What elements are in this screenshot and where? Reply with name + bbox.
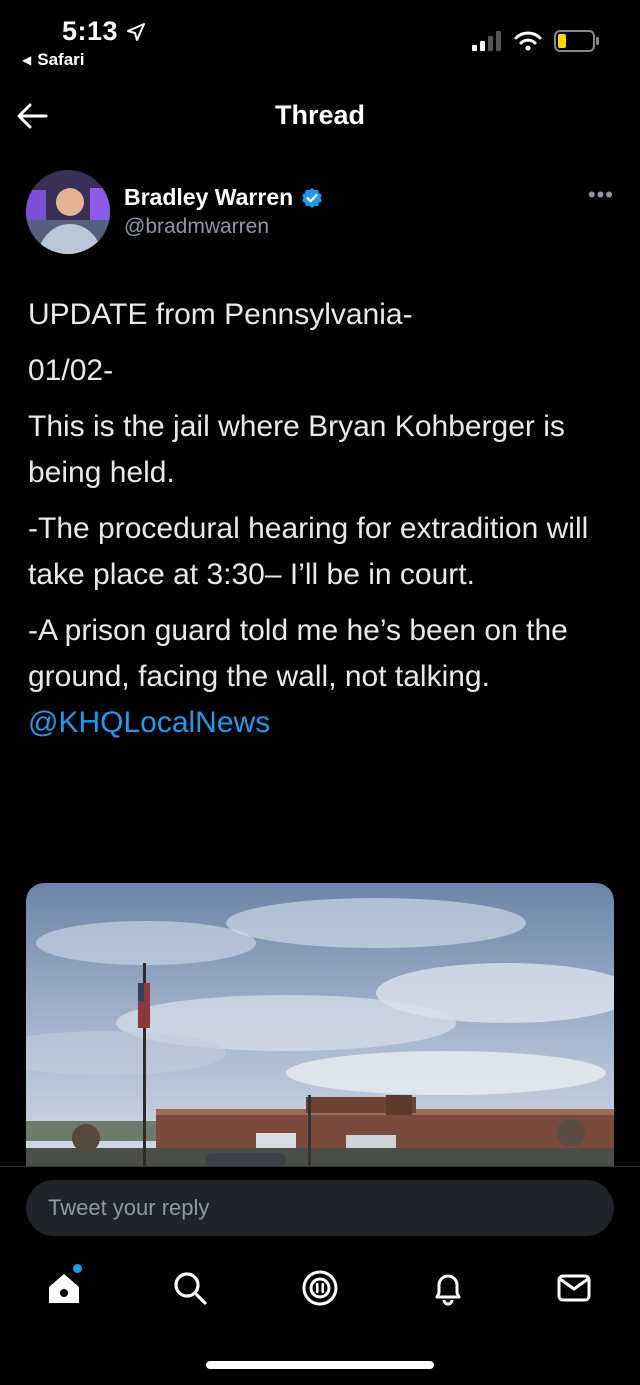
thread-header: Thread (0, 88, 640, 144)
wifi-icon (514, 31, 542, 51)
avatar[interactable] (26, 170, 110, 254)
more-icon: ••• (587, 182, 614, 207)
mention-link[interactable]: @KHQLocalNews (28, 700, 618, 746)
divider (0, 1166, 640, 1167)
author-name[interactable]: Bradley Warren (124, 184, 323, 211)
avatar-image (26, 170, 110, 254)
reply-placeholder: Tweet your reply (48, 1195, 210, 1220)
verified-badge-icon (302, 187, 322, 208)
tweet-line: 01/02- (28, 354, 114, 387)
author-name-label: Bradley Warren (124, 184, 294, 210)
home-indicator[interactable] (206, 1361, 434, 1369)
spaces-icon (302, 1270, 338, 1306)
battery-icon (554, 30, 599, 52)
nav-spaces[interactable] (294, 1262, 346, 1314)
back-to-safari[interactable]: ◀ Safari (22, 50, 84, 70)
reply-input[interactable]: Tweet your reply (26, 1180, 614, 1236)
notifications-icon (435, 1274, 461, 1306)
location-arrow-icon (127, 22, 146, 41)
page-title: Thread (274, 100, 366, 130)
signal-icon (472, 31, 501, 51)
author-handle[interactable]: @bradmwarren (124, 215, 269, 239)
tweet-text: UPDATE from Pennsylvania- 01/02- This is… (28, 292, 618, 746)
more-button[interactable]: ••• (588, 182, 614, 208)
tweet-photo[interactable] (26, 883, 614, 1167)
back-app-label: Safari (37, 50, 85, 69)
tweet-line: This is the jail where Bryan Kohberger i… (28, 410, 565, 489)
nav-home[interactable] (38, 1262, 90, 1314)
tweet-line: -The procedural hearing for extradition … (28, 512, 589, 591)
status-time-label: 5:13 (62, 16, 119, 46)
tweet-line: -A prison guard told me he’s been on the… (28, 614, 568, 693)
messages-icon (557, 1274, 591, 1302)
nav-messages[interactable] (548, 1262, 600, 1314)
tweet-line: UPDATE from Pennsylvania- (28, 298, 413, 331)
nav-search[interactable] (164, 1262, 216, 1314)
search-icon (174, 1272, 207, 1305)
bottom-nav (0, 1262, 640, 1314)
home-notification-dot (73, 1264, 82, 1273)
nav-notifications[interactable] (422, 1262, 474, 1314)
jail-building-photo (26, 883, 614, 1167)
status-time: 5:13 (62, 16, 146, 47)
home-icon (49, 1274, 79, 1303)
back-triangle-icon: ◀ (22, 53, 32, 67)
status-indicators (472, 30, 600, 52)
